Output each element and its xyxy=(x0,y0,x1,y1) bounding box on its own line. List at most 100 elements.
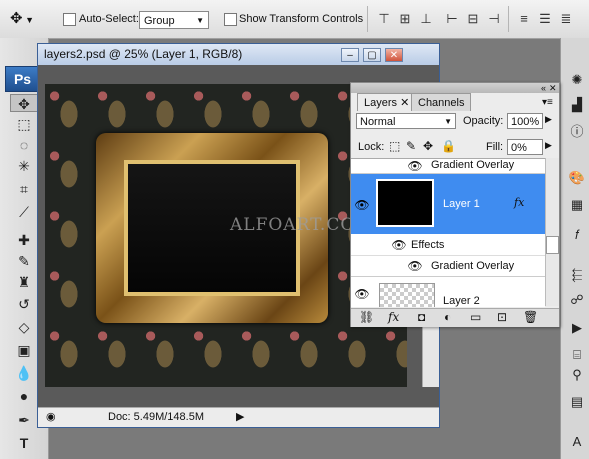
lasso-tool-icon[interactable]: ◌ xyxy=(10,136,38,154)
magic-wand-tool-icon[interactable]: ✳ xyxy=(10,157,38,175)
fill-slider-arrow-icon[interactable]: ▶ xyxy=(545,140,552,151)
auto-select-checkbox[interactable] xyxy=(63,13,76,26)
layer-name: Layer 2 xyxy=(443,295,480,307)
photoshop-logo: Ps xyxy=(5,66,40,92)
align-left-icon[interactable]: ⊢ xyxy=(443,10,461,28)
list-item[interactable]: 👁 Gradient Overlay xyxy=(351,159,545,174)
adjustment-layer-icon[interactable]: ◐ xyxy=(444,310,451,324)
add-style-icon[interactable]: fx xyxy=(388,310,399,324)
effects-label: Effects xyxy=(411,239,445,251)
histogram-icon[interactable]: ▟ xyxy=(567,95,587,115)
marquee-tool-icon[interactable]: ⬚ xyxy=(10,115,38,133)
distribute-bottom-icon[interactable]: ≣ xyxy=(557,10,575,28)
link-layers-icon[interactable]: ⛓ xyxy=(359,310,374,324)
character-icon[interactable]: A xyxy=(567,432,587,452)
chevron-down-icon: ▼ xyxy=(444,117,452,126)
new-layer-icon[interactable]: ⊡ xyxy=(497,310,507,324)
effects-row[interactable]: 👁 Effects xyxy=(351,235,545,256)
fill-value: 0% xyxy=(511,142,527,154)
slice-tool-icon[interactable]: ⟋ xyxy=(10,203,38,221)
tool-presets-icon[interactable]: ⌸ xyxy=(567,345,587,365)
show-transform-checkbox[interactable] xyxy=(224,13,237,26)
styles-icon[interactable]: 𝑓 xyxy=(567,225,587,245)
tab-close-icon[interactable]: ✕ xyxy=(400,97,409,109)
color-icon[interactable]: 🎨 xyxy=(567,168,587,188)
dodge-tool-icon[interactable]: ● xyxy=(10,387,38,405)
healing-tool-icon[interactable]: ✚ xyxy=(10,231,38,249)
lock-all-icon[interactable]: 🔒 xyxy=(441,139,456,153)
collapse-icon[interactable]: « xyxy=(541,83,546,93)
opacity-slider-arrow-icon[interactable]: ▶ xyxy=(545,114,552,125)
navigator-icon[interactable]: ✺ xyxy=(567,70,587,90)
tab-layers-label: Layers xyxy=(364,97,398,109)
close-button[interactable]: ✕ xyxy=(385,48,403,62)
add-mask-icon[interactable]: ◘ xyxy=(418,310,425,324)
lock-position-icon[interactable]: ✥ xyxy=(423,139,433,153)
effect-row[interactable]: 👁 Gradient Overlay xyxy=(351,256,545,277)
separator xyxy=(508,6,509,32)
panel-menu-icon[interactable]: ▾≡ xyxy=(542,97,553,108)
info-icon[interactable]: ⓘ xyxy=(567,122,587,142)
fx-icon[interactable]: fx xyxy=(514,196,524,209)
scroll-thumb[interactable] xyxy=(546,236,559,254)
swatches-icon[interactable]: ▦ xyxy=(567,195,587,215)
opacity-value: 100% xyxy=(511,116,540,128)
history-brush-tool-icon[interactable]: ↺ xyxy=(10,295,38,313)
align-right-icon[interactable]: ⊣ xyxy=(485,10,503,28)
tab-channels[interactable]: Channels xyxy=(411,93,472,111)
align-bottom-icon[interactable]: ⊥ xyxy=(417,10,435,28)
layer-row-selected[interactable]: 👁 Layer 1 fx xyxy=(351,174,545,234)
chevron-down-icon: ▼ xyxy=(196,16,204,25)
brushes-icon[interactable]: ☍ xyxy=(567,290,587,310)
panel-grip[interactable] xyxy=(351,83,559,93)
align-vcenter-icon[interactable]: ⊞ xyxy=(396,10,414,28)
gradient-tool-icon[interactable]: ▣ xyxy=(10,341,38,359)
paths-icon[interactable]: ⬱ xyxy=(567,265,587,285)
new-group-icon[interactable]: ▭ xyxy=(470,310,481,324)
document-size: Doc: 5.49M/148.5M xyxy=(108,411,204,423)
align-hcenter-icon[interactable]: ⊟ xyxy=(464,10,482,28)
delete-layer-icon[interactable]: 🗑 xyxy=(523,310,538,324)
layer-comps-icon[interactable]: ▤ xyxy=(567,392,587,412)
type-tool-icon[interactable]: T xyxy=(10,434,38,452)
opacity-input[interactable]: 100% xyxy=(507,113,543,129)
visibility-eye-icon[interactable]: 👁 xyxy=(354,198,370,212)
tool-preset-picker[interactable]: ✥ ▼ xyxy=(10,9,50,29)
document-title-bar[interactable]: layers2.psd @ 25% (Layer 1, RGB/8) ‒ ▢ ✕ xyxy=(38,44,439,65)
fill-input[interactable]: 0% xyxy=(507,139,543,155)
move-tool-icon[interactable]: ✥ xyxy=(10,94,38,112)
status-bar: ◉ Doc: 5.49M/148.5M ▶ xyxy=(38,407,439,427)
layers-scrollbar[interactable] xyxy=(545,158,559,306)
clone-stamp-tool-icon[interactable]: ♜ xyxy=(10,273,38,291)
actions-icon[interactable]: ▶ xyxy=(567,318,587,338)
auto-select-label: Auto-Select: xyxy=(79,13,139,25)
eye-icon[interactable]: 👁 xyxy=(391,238,407,252)
layer-thumbnail xyxy=(379,283,435,307)
maximize-button[interactable]: ▢ xyxy=(363,48,381,62)
distribute-vcenter-icon[interactable]: ☰ xyxy=(536,10,554,28)
crop-tool-icon[interactable]: ⌗ xyxy=(10,180,38,198)
blend-mode-value: Normal xyxy=(360,116,396,128)
brush-tool-icon[interactable]: ✎ xyxy=(10,252,38,270)
status-menu-arrow-icon[interactable]: ▶ xyxy=(236,410,244,423)
layers-panel: « ✕ Layers ✕ Channels ▾≡ Normal ▼ Opacit… xyxy=(350,82,560,327)
distribute-top-icon[interactable]: ≡ xyxy=(515,10,533,28)
eraser-tool-icon[interactable]: ◇ xyxy=(10,318,38,336)
visibility-eye-icon[interactable]: 👁 xyxy=(354,287,370,301)
tab-layers[interactable]: Layers ✕ xyxy=(357,93,417,111)
clone-source-icon[interactable]: ⚲ xyxy=(567,365,587,385)
auto-select-value: Group xyxy=(144,15,175,27)
zoom-icon[interactable]: ◉ xyxy=(46,410,56,423)
eye-icon[interactable]: 👁 xyxy=(407,259,423,273)
pen-tool-icon[interactable]: ✒ xyxy=(10,411,38,429)
align-top-icon[interactable]: ⊤ xyxy=(375,10,393,28)
layer-row[interactable]: 👁 Layer 2 xyxy=(351,277,545,307)
lock-transparency-icon[interactable]: ⬚ xyxy=(389,139,400,153)
minimize-button[interactable]: ‒ xyxy=(341,48,359,62)
eye-icon[interactable]: 👁 xyxy=(407,159,423,173)
blur-tool-icon[interactable]: 💧 xyxy=(10,364,38,382)
auto-select-dropdown[interactable]: Group ▼ xyxy=(139,11,209,29)
close-panel-icon[interactable]: ✕ xyxy=(549,83,557,94)
blend-mode-dropdown[interactable]: Normal ▼ xyxy=(356,113,456,129)
lock-pixels-icon[interactable]: ✎ xyxy=(406,139,416,153)
